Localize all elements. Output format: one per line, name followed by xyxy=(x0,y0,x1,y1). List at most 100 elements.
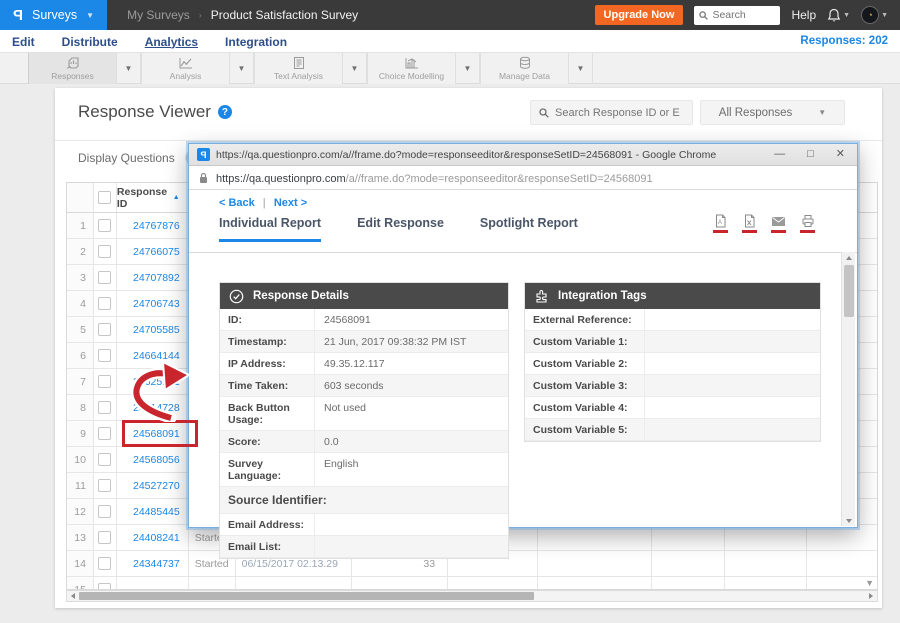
row-checkbox[interactable] xyxy=(98,297,111,310)
tab-edit-response[interactable]: Edit Response xyxy=(357,216,444,242)
select-all-checkbox[interactable] xyxy=(98,191,111,204)
response-id-link[interactable] xyxy=(117,577,189,590)
text-analysis-button[interactable]: Text Analysis xyxy=(254,53,342,84)
filter-funnel-icon[interactable]: ▼ xyxy=(865,578,874,588)
tab-spotlight-report[interactable]: Spotlight Report xyxy=(480,216,578,242)
toolbar-group-text-analysis: Text Analysis ▼ xyxy=(254,53,367,83)
email-export-icon[interactable] xyxy=(771,214,786,233)
row-checkbox[interactable] xyxy=(98,453,111,466)
row-checkbox[interactable] xyxy=(98,245,111,258)
row-checkbox[interactable] xyxy=(98,583,111,590)
chevron-down-icon: ▼ xyxy=(881,12,888,19)
top-navbar: P Surveys ▼ My Surveys › Product Satisfa… xyxy=(0,0,900,30)
choice-modelling-button[interactable]: Choice Modelling xyxy=(367,53,455,84)
row-checkbox[interactable] xyxy=(98,219,111,232)
account-menu[interactable]: ◔ ▼ xyxy=(861,6,888,24)
response-id-link[interactable]: 24344737 xyxy=(117,551,189,576)
choice-modelling-dropdown-caret[interactable]: ▼ xyxy=(455,53,480,84)
divider xyxy=(55,140,882,141)
breadcrumb-my-surveys[interactable]: My Surveys xyxy=(127,8,190,22)
scroll-down-arrow[interactable] xyxy=(842,515,856,526)
excel-export-icon[interactable] xyxy=(742,214,757,233)
tab-individual-report[interactable]: Individual Report xyxy=(219,216,321,242)
scrollbar-thumb[interactable] xyxy=(79,592,534,600)
response-id-link[interactable]: 24408241 xyxy=(117,525,189,550)
integration-tags-icon xyxy=(534,289,549,304)
scrollbar-thumb[interactable] xyxy=(844,265,854,317)
all-responses-dropdown[interactable]: All Responses ▼ xyxy=(700,100,845,125)
response-id-link[interactable]: 24625131 xyxy=(117,369,189,394)
address-bar[interactable]: https://qa.questionpro.com/a//frame.do?m… xyxy=(189,166,857,190)
viewer-heading: Response Viewer ? xyxy=(78,102,232,122)
responses-count-badge: Responses: 202 xyxy=(800,35,888,47)
row-checkbox[interactable] xyxy=(98,349,111,362)
global-search-input[interactable] xyxy=(712,9,774,21)
pdf-export-icon[interactable]: A xyxy=(713,214,728,233)
row-checkbox[interactable] xyxy=(98,531,111,544)
table-horizontal-scrollbar[interactable]: ▼ xyxy=(66,590,878,602)
upgrade-now-button[interactable]: Upgrade Now xyxy=(595,5,684,25)
row-checkbox[interactable] xyxy=(98,427,111,440)
row-checkbox[interactable] xyxy=(98,271,111,284)
minimize-button[interactable]: — xyxy=(774,149,785,160)
maximize-button[interactable]: □ xyxy=(807,149,814,160)
analysis-button[interactable]: Analysis xyxy=(141,53,229,84)
response-id-link[interactable]: 24767876 xyxy=(117,213,189,238)
row-checkbox[interactable] xyxy=(98,479,111,492)
manage-data-dropdown-caret[interactable]: ▼ xyxy=(568,53,593,84)
response-id-link[interactable]: 24705585 xyxy=(117,317,189,342)
response-search-input[interactable] xyxy=(555,107,680,119)
survey-section-nav: Edit Distribute Analytics Integration Re… xyxy=(0,30,900,53)
close-button[interactable]: ✕ xyxy=(836,149,845,160)
scroll-right-arrow[interactable] xyxy=(865,591,877,601)
response-id-link[interactable]: 24527270 xyxy=(117,473,189,498)
row-checkbox[interactable] xyxy=(98,505,111,518)
detail-row: Time Taken:603 seconds xyxy=(220,375,508,397)
manage-data-button[interactable]: Manage Data xyxy=(480,53,568,84)
nav-item-edit[interactable]: Edit xyxy=(12,34,35,49)
analysis-dropdown-caret[interactable]: ▼ xyxy=(229,53,254,84)
text-analysis-dropdown-caret[interactable]: ▼ xyxy=(342,53,367,84)
nav-item-distribute[interactable]: Distribute xyxy=(62,34,118,49)
individual-report-content: < Back | Next > Individual Report Edit R… xyxy=(189,190,857,526)
analytics-toolbar: Responses ▼ Analysis ▼ Text Analysis ▼ xyxy=(0,53,900,84)
help-icon[interactable]: ? xyxy=(218,105,232,119)
window-title-bar[interactable]: P https://qa.questionpro.com/a//frame.do… xyxy=(189,144,857,166)
nav-item-analytics[interactable]: Analytics xyxy=(145,34,198,49)
nav-item-integration[interactable]: Integration xyxy=(225,34,287,49)
response-id-link[interactable]: 24614728 xyxy=(117,395,189,420)
scroll-up-arrow[interactable] xyxy=(842,252,856,263)
url-path: /a//frame.do?mode=responseeditor&respons… xyxy=(346,173,653,185)
response-search-box[interactable] xyxy=(530,100,693,125)
response-id-link[interactable]: 24485445 xyxy=(117,499,189,524)
report-tabs: Individual Report Edit Response Spotligh… xyxy=(219,216,578,242)
response-id-link[interactable]: 24664144 xyxy=(117,343,189,368)
print-icon[interactable] xyxy=(800,214,815,233)
header-index-cell xyxy=(67,183,94,212)
response-id-link[interactable]: 24568056 xyxy=(117,447,189,472)
surveys-product-menu[interactable]: P Surveys ▼ xyxy=(0,0,107,30)
response-id-link[interactable]: 24707892 xyxy=(117,265,189,290)
responses-button[interactable]: Responses xyxy=(28,53,116,84)
row-checkbox[interactable] xyxy=(98,375,111,388)
back-link[interactable]: < Back xyxy=(219,197,255,209)
search-icon xyxy=(539,108,549,118)
help-link[interactable]: Help xyxy=(791,8,816,22)
response-id-link[interactable]: 24766075 xyxy=(117,239,189,264)
row-checkbox[interactable] xyxy=(98,557,111,570)
notifications-menu[interactable]: ▼ xyxy=(827,8,850,23)
next-link[interactable]: Next > xyxy=(274,197,307,209)
tag-row: External Reference: xyxy=(525,309,820,331)
integration-tags-panel: Integration Tags External Reference: Cus… xyxy=(524,282,821,442)
header-response-id[interactable]: Response ID▲ xyxy=(117,183,189,212)
responses-dropdown-caret[interactable]: ▼ xyxy=(116,53,141,84)
row-checkbox[interactable] xyxy=(98,401,111,414)
popup-vertical-scrollbar[interactable] xyxy=(841,252,855,526)
scroll-left-arrow[interactable] xyxy=(67,591,79,601)
breadcrumb-separator-icon: › xyxy=(199,10,202,20)
annotation-highlight-box xyxy=(122,420,198,447)
global-search-box[interactable] xyxy=(694,6,780,25)
window-title: https://qa.questionpro.com/a//frame.do?m… xyxy=(216,149,716,161)
response-id-link[interactable]: 24706743 xyxy=(117,291,189,316)
row-checkbox[interactable] xyxy=(98,323,111,336)
